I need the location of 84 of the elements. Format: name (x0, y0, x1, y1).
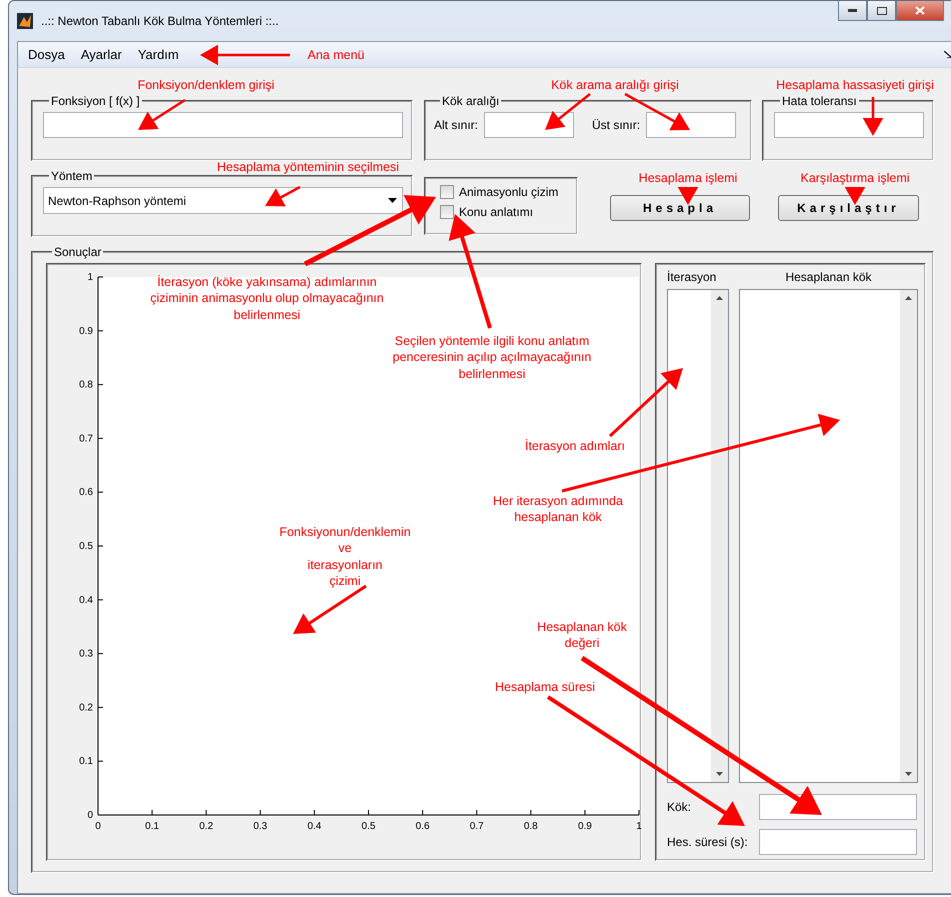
y-tick-label: 0.4 (79, 594, 93, 606)
menu-item[interactable]: Ayarlar (72, 47, 130, 62)
option-checkbox[interactable]: Animasyonlu çizim (440, 185, 562, 199)
dropdown-caret-icon (388, 198, 397, 203)
field-label: Kök: (667, 800, 692, 814)
y-tick-label: 0.9 (79, 326, 93, 337)
annotation-label: Hesaplama yönteminin seçilmesi (216, 159, 400, 176)
compare-button[interactable]: Karşılaştır (778, 195, 919, 221)
scroll-down-icon[interactable] (716, 772, 723, 776)
option-checkbox[interactable]: Konu anlatımı (440, 205, 562, 219)
maximize-button[interactable] (867, 1, 896, 21)
annotation-label: Ana menü (308, 47, 364, 64)
panel-title: Yöntem (50, 169, 94, 183)
time-output[interactable] (759, 829, 917, 855)
column-header: Hesaplanan kök (785, 270, 872, 284)
annotation-arrow (862, 97, 884, 136)
lower-bound-input[interactable] (484, 112, 574, 138)
annotation-arrow (844, 187, 866, 205)
x-tick-label: 0.1 (145, 821, 160, 832)
y-tick-label: 1 (87, 272, 93, 283)
panel-title: Hata toleransı (781, 94, 858, 108)
y-tick-label: 0.6 (79, 487, 93, 498)
tolerance-input[interactable] (774, 112, 924, 138)
annotation-label: İterasyon adımları (524, 438, 626, 454)
annotation-label: İterasyon (köke yakınsama) adımlarının çiziminin animasyonlu olup olmayacağının belirlenmesi (150, 274, 384, 323)
x-tick-label: 0.2 (199, 821, 214, 832)
scroll-up-icon[interactable] (716, 296, 723, 300)
menu-item[interactable]: Dosya (20, 47, 73, 62)
annotation-label: Her iterasyon adımında hesaplanan kök (493, 493, 623, 526)
annotation-label: Seçilen yöntemle ilgili konu anlatım penceresinin açılıp açılmayacağının belirlenmesi (392, 333, 592, 382)
annotation-label: Fonksiyonun/denklemin ve iterasyonların çizimi (279, 524, 411, 589)
scroll-up-icon[interactable] (905, 296, 912, 300)
column-header: İterasyon (667, 270, 716, 284)
root-list[interactable] (739, 289, 918, 783)
x-tick-label: 0.6 (416, 821, 430, 832)
x-tick-label: 0.8 (524, 821, 538, 832)
y-tick-label: 0.8 (79, 380, 93, 391)
annotation-arrow (265, 186, 301, 206)
x-tick-label: 1 (636, 821, 642, 832)
close-icon (915, 6, 925, 15)
field-label: Üst sınır: (592, 118, 640, 132)
x-tick-label: 0.5 (362, 821, 376, 832)
annotation-arrow (545, 93, 591, 130)
calculate-button[interactable]: Hesapla (610, 195, 750, 221)
annotation-label: Hesaplama süresi (494, 679, 596, 696)
annotation-label: Hesaplama işlemi (638, 170, 738, 186)
annotation-label: Kök arama aralığı girişi (551, 77, 679, 94)
annotation-label: Karşılaştırma işlemi (800, 170, 910, 186)
y-tick-label: 0.7 (79, 433, 93, 444)
y-tick-label: 0.3 (79, 648, 93, 660)
minimize-icon (848, 9, 857, 12)
field-label: Hes. süresi (s): (667, 835, 748, 849)
x-tick-label: 0.7 (470, 821, 484, 832)
annotation-arrow (138, 98, 186, 130)
x-tick-label: 0.4 (307, 821, 322, 832)
y-tick-label: 0.5 (79, 541, 93, 552)
menu-item[interactable]: Yardım (130, 47, 187, 62)
y-tick-label: 0 (87, 810, 93, 821)
panel-title: Kök aralığı (441, 94, 500, 108)
app-icon (17, 13, 33, 29)
function-input[interactable] (43, 112, 403, 138)
window-title: ..:: Newton Tabanlı Kök Bulma Yöntemleri ::.. (41, 14, 279, 28)
maximize-icon (876, 6, 886, 14)
annotation-label: Fonksiyon/denklem girişi (138, 77, 274, 94)
scrollbar[interactable] (900, 290, 917, 782)
scroll-down-icon[interactable] (905, 772, 912, 776)
x-tick-label: 0 (95, 821, 101, 832)
y-tick-label: 0.2 (79, 702, 93, 714)
field-label: Alt sınır: (434, 118, 478, 132)
iteration-list[interactable] (667, 289, 729, 783)
annotation-label: Hesaplanan kök değeri (537, 619, 627, 652)
panel-title: Fonksiyon [ f(x) ] (50, 94, 141, 108)
annotation-arrow (678, 187, 698, 205)
y-tick-label: 0.1 (79, 756, 93, 768)
upper-bound-input[interactable] (646, 112, 736, 138)
close-button[interactable] (896, 1, 944, 21)
annotation-label: Hesaplama hassasiyeti girişi (776, 77, 934, 94)
method-dropdown[interactable]: Newton-Raphson yöntemi (43, 187, 403, 214)
dock-icon[interactable] (944, 51, 951, 58)
x-tick-label: 0.9 (578, 821, 592, 832)
x-tick-label: 0.3 (253, 821, 268, 832)
scrollbar[interactable] (711, 290, 728, 782)
panel-title: Sonuçlar (53, 245, 102, 259)
minimize-button[interactable] (838, 1, 867, 21)
